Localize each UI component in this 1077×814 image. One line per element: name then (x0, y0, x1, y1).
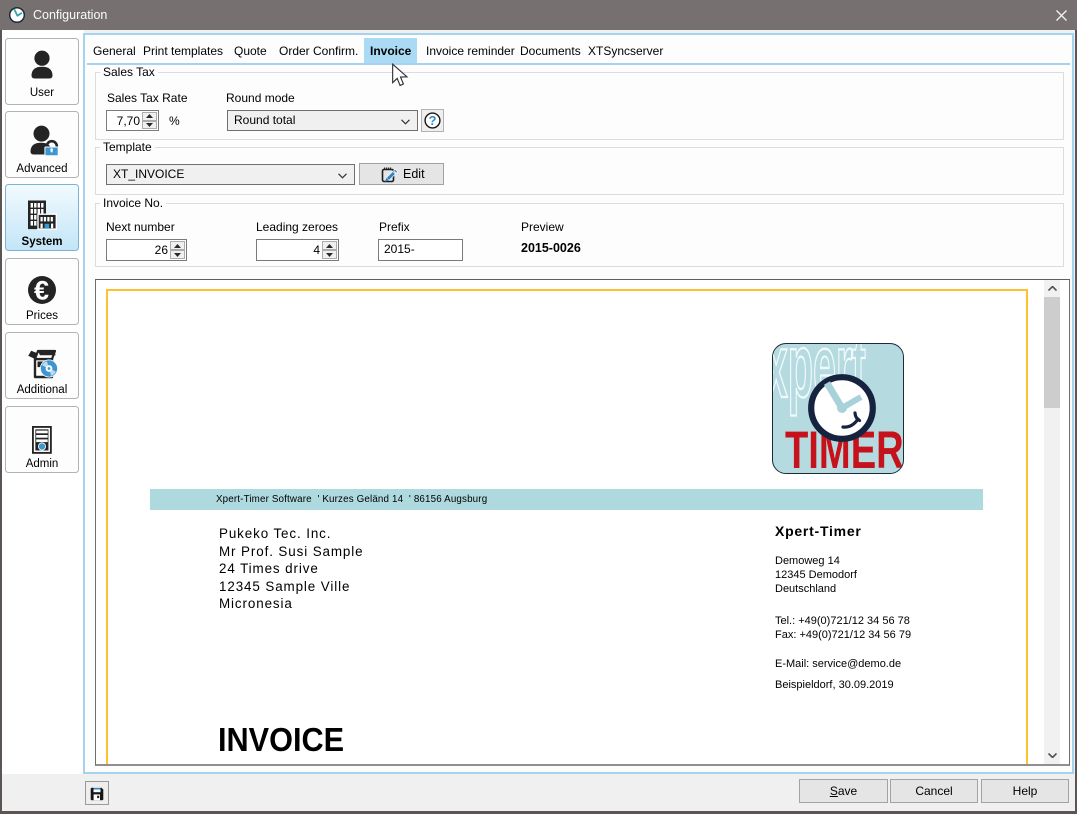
svg-text:?: ? (429, 113, 437, 128)
svg-text:€: € (34, 276, 49, 306)
